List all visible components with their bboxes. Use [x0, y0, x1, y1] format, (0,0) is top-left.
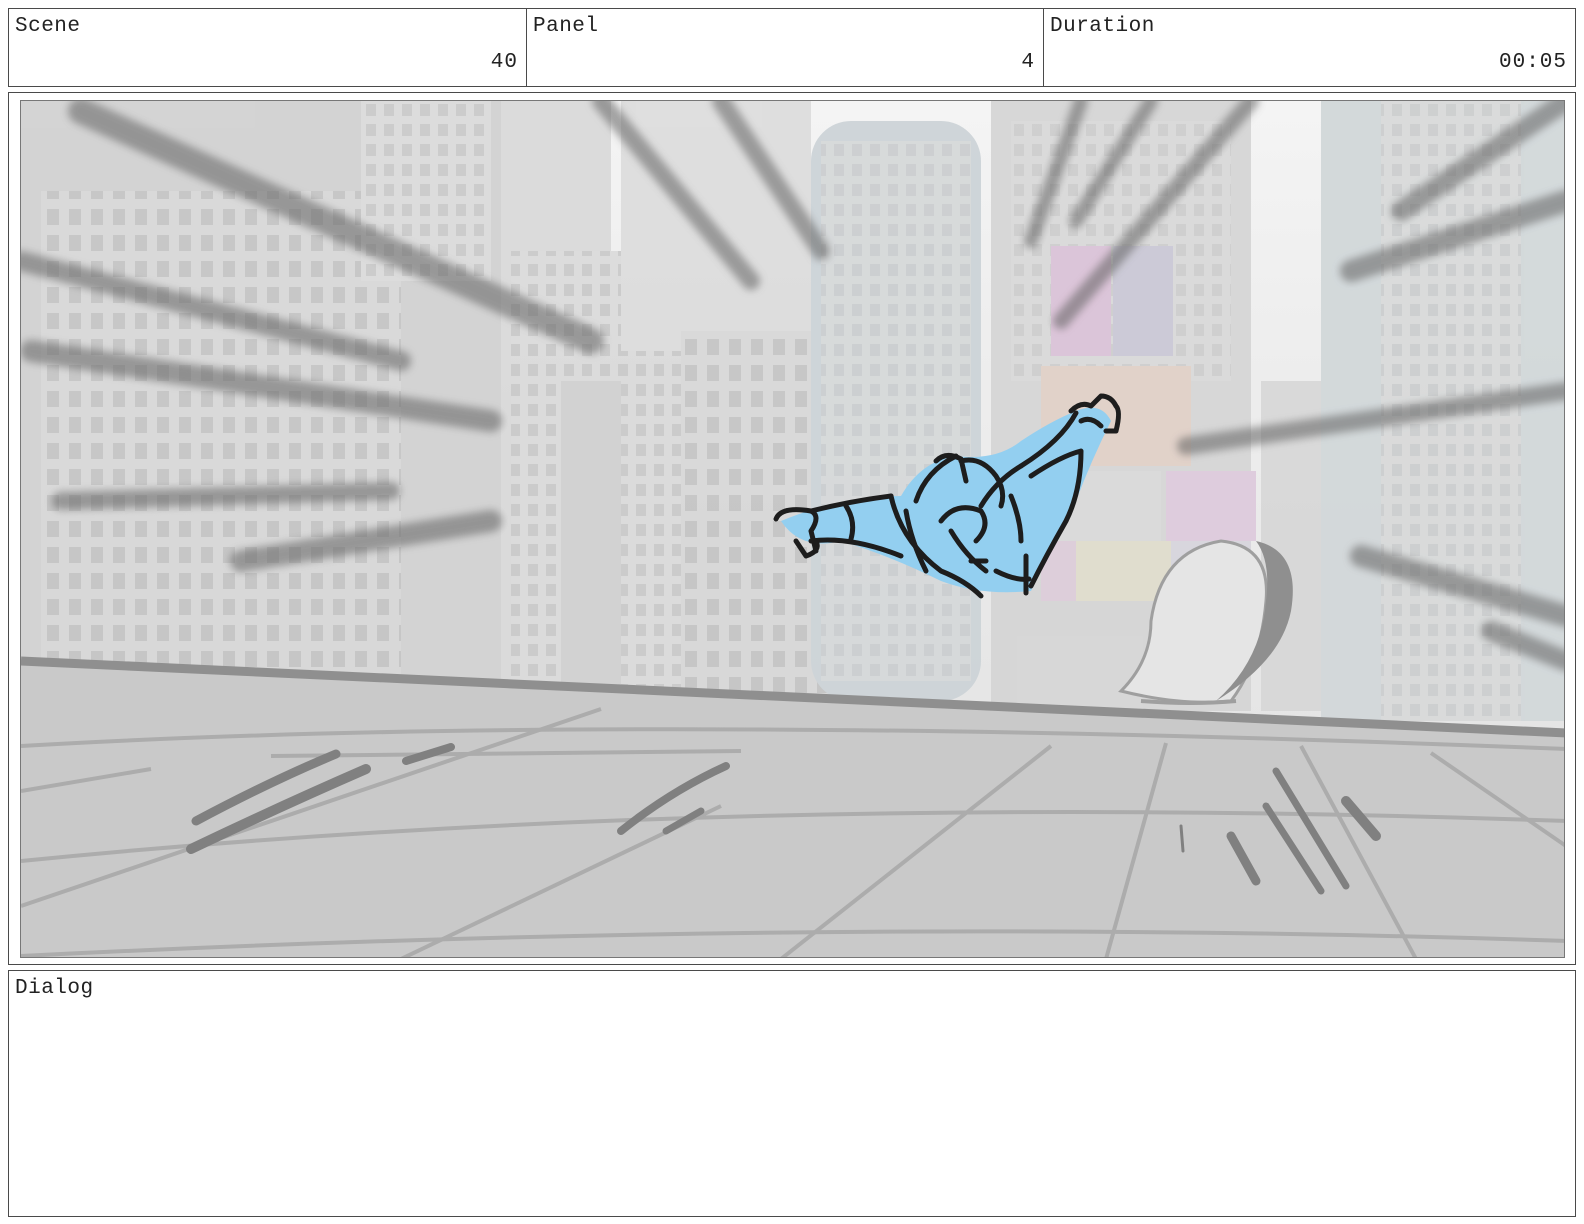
scene-field: Scene 40 — [8, 8, 527, 87]
dialog-field[interactable]: Dialog — [8, 970, 1576, 1217]
panel-value[interactable]: 4 — [1021, 51, 1035, 74]
sketch-illustration — [21, 101, 1564, 957]
scene-value[interactable]: 40 — [491, 51, 518, 74]
duration-value[interactable]: 00:05 — [1499, 51, 1567, 74]
scene-label: Scene — [15, 15, 81, 38]
dialog-label: Dialog — [15, 977, 94, 1000]
panel-field: Panel 4 — [526, 8, 1044, 87]
panel-label: Panel — [533, 15, 599, 38]
duration-label: Duration — [1050, 15, 1155, 38]
duration-field: Duration 00:05 — [1043, 8, 1576, 87]
storyboard-frame — [8, 92, 1576, 965]
storyboard-image[interactable] — [20, 100, 1565, 958]
